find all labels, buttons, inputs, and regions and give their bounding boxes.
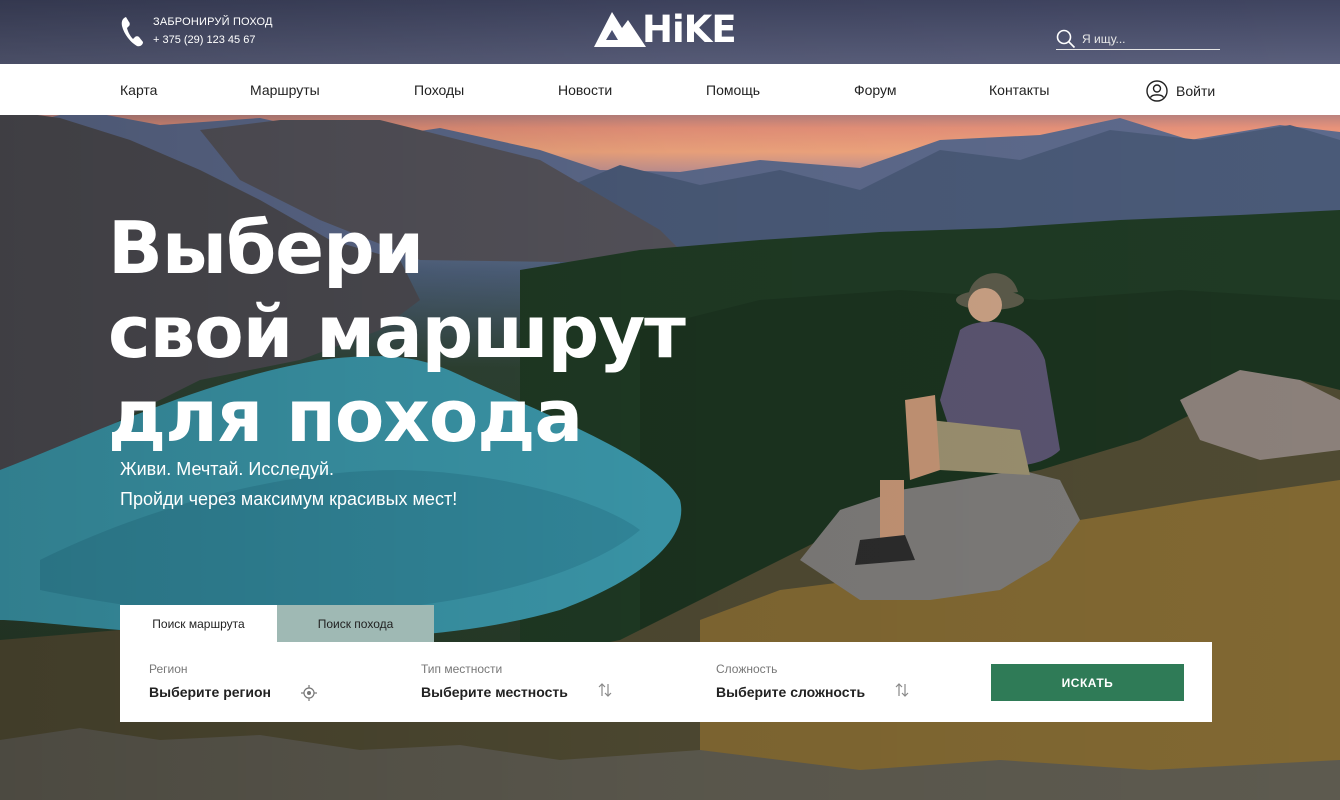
hero-subtitle-line-2: Пройди через максимум красивых мест!: [120, 489, 458, 509]
nav-item-forum[interactable]: Форум: [854, 82, 897, 98]
search-tabs: Поиск маршрута Поиск похода: [120, 605, 434, 642]
nav-item-routes[interactable]: Маршруты: [250, 82, 320, 98]
tab-route-search[interactable]: Поиск маршрута: [120, 605, 277, 642]
logo-text: HiKE: [642, 8, 737, 51]
hero-subtitle: Живи. Мечтай. Исследуй. Пройди через мак…: [120, 454, 457, 514]
hero-subtitle-line-1: Живи. Мечтай. Исследуй.: [120, 459, 335, 479]
top-bar: ЗАБРОНИРУЙ ПОХОД + 375 (29) 123 45 67 Hi…: [0, 0, 1340, 64]
tab-hike-search[interactable]: Поиск похода: [277, 605, 434, 642]
login-button[interactable]: Войти: [1146, 80, 1215, 102]
sort-arrows-icon[interactable]: [894, 682, 910, 698]
hero-title-line-3: для похода: [108, 374, 583, 458]
main-nav: [0, 64, 1340, 115]
hero-title-line-2: свой маршрут: [108, 290, 686, 374]
search-button[interactable]: ИСКАТЬ: [991, 664, 1184, 701]
mountain-logo-icon: [594, 12, 646, 47]
booking-label: ЗАБРОНИРУЙ ПОХОД: [153, 16, 273, 28]
booking-phone[interactable]: ЗАБРОНИРУЙ ПОХОД + 375 (29) 123 45 67: [120, 14, 273, 48]
region-value[interactable]: Выберите регион: [149, 684, 271, 700]
nav-item-help[interactable]: Помощь: [706, 82, 760, 98]
terrain-value[interactable]: Выберите местность: [421, 684, 568, 700]
hero-title: Выбери свой маршрут для похода: [108, 206, 686, 458]
nav-item-news[interactable]: Новости: [558, 82, 612, 98]
location-target-icon[interactable]: [301, 685, 317, 701]
terrain-label: Тип местности: [421, 662, 503, 676]
difficulty-label: Сложность: [716, 662, 778, 676]
search-input[interactable]: [1082, 31, 1212, 46]
region-label: Регион: [149, 662, 188, 676]
user-icon: [1146, 80, 1168, 102]
region-select[interactable]: Регион Выберите регион: [149, 662, 271, 700]
logo[interactable]: HiKE: [594, 8, 737, 51]
search-panel: Регион Выберите регион Тип местности Выб…: [120, 642, 1212, 722]
nav-item-contacts[interactable]: Контакты: [989, 82, 1049, 98]
difficulty-value[interactable]: Выберите сложность: [716, 684, 865, 700]
terrain-select[interactable]: Тип местности Выберите местность: [421, 662, 568, 700]
phone-number[interactable]: + 375 (29) 123 45 67: [153, 34, 273, 46]
phone-texts: ЗАБРОНИРУЙ ПОХОД + 375 (29) 123 45 67: [153, 14, 273, 46]
nav-item-map[interactable]: Карта: [120, 82, 157, 98]
hero-title-line-1: Выбери: [108, 206, 424, 290]
login-label: Войти: [1176, 83, 1216, 99]
search-box[interactable]: [1056, 28, 1220, 50]
search-icon[interactable]: [1056, 29, 1076, 49]
nav-item-hikes[interactable]: Походы: [414, 82, 464, 98]
sort-arrows-icon[interactable]: [597, 682, 613, 698]
phone-icon: [121, 17, 143, 47]
difficulty-select[interactable]: Сложность Выберите сложность: [716, 662, 865, 700]
